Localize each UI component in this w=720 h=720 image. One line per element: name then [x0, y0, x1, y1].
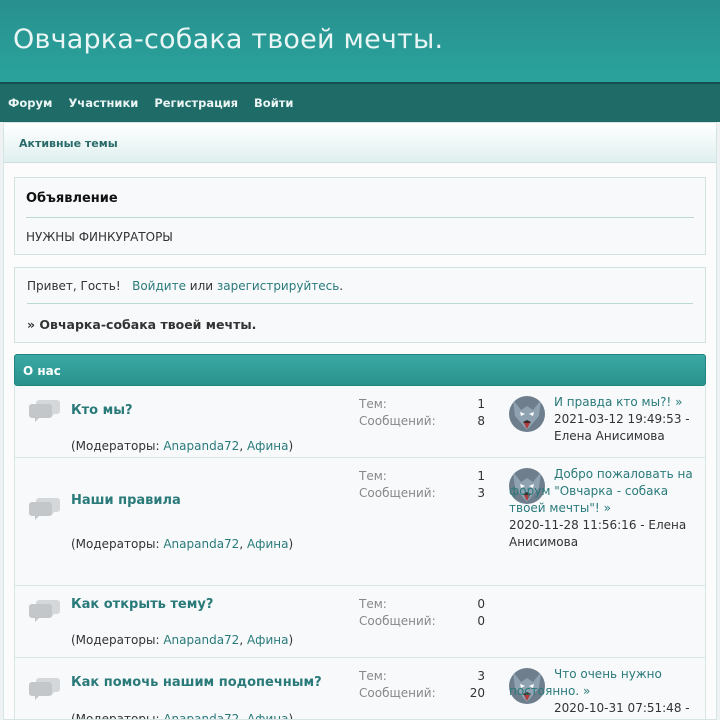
last-post: И правда кто мы?! » 2021-03-12 19:49:53 …	[509, 394, 699, 445]
board-stats: Тем: 1 Сообщений: 8	[359, 396, 485, 430]
dot-text: .	[339, 279, 344, 293]
topics-label: Тем:	[359, 469, 387, 483]
forum-icon	[29, 598, 61, 625]
topics-count: 1	[477, 397, 485, 411]
posts-count: 3	[477, 486, 485, 500]
last-post-date: 2020-10-31 07:51:48 -	[554, 701, 690, 715]
announcement-box: Объявление НУЖНЫ ФИНКУРАТОРЫ	[14, 177, 706, 255]
announcement-text: НУЖНЫ ФИНКУРАТОРЫ	[26, 230, 173, 244]
last-post-date: 2021-03-12 19:49:53 -	[554, 412, 690, 426]
nav-login[interactable]: Войти	[254, 96, 293, 110]
posts-label: Сообщений:	[359, 414, 436, 428]
mods-prefix: (Модераторы:	[71, 633, 160, 647]
mods-prefix: (Модераторы:	[71, 712, 160, 720]
moderator-link[interactable]: Anapanda72	[163, 439, 239, 453]
moderator-link[interactable]: Anapanda72	[163, 633, 239, 647]
posts-label: Сообщений:	[359, 486, 436, 500]
mods-prefix: (Модераторы:	[71, 537, 160, 551]
last-post-link[interactable]: Добро пожаловать на форум "Овчарка - соб…	[509, 467, 693, 515]
moderator-link[interactable]: Anapanda72	[163, 712, 239, 719]
announcement-title: Объявление	[26, 191, 118, 206]
active-topics-bar: Активные темы	[4, 123, 716, 163]
moderators: (Модераторы: Anapanda72, Афина)	[71, 537, 293, 551]
greeting: Привет, Гость!	[27, 279, 121, 293]
last-post: Добро пожаловать на форум "Овчарка - соб…	[509, 466, 699, 551]
forum-board-row: Наши правила (Модераторы: Anapanda72, Аф…	[14, 458, 706, 586]
last-post-author[interactable]: Анисимова	[509, 534, 699, 551]
site-header: Овчарка-собака твоей мечты.	[0, 0, 720, 82]
board-title[interactable]: Кто мы?	[71, 403, 133, 418]
comma: ,	[239, 633, 244, 647]
main-nav: Форум Участники Регистрация Войти	[0, 82, 720, 122]
forum-board-row: Кто мы? (Модераторы: Anapanda72, Афина) …	[14, 386, 706, 458]
board-title[interactable]: Как открыть тему?	[71, 597, 213, 612]
moderator-link[interactable]: Афина	[247, 633, 288, 647]
divider	[27, 303, 693, 304]
topics-count: 0	[477, 597, 485, 611]
moderators: (Модераторы: Anapanda72, Афина)	[71, 633, 293, 647]
welcome-box: Привет, Гость! Войдите или зарегистрируй…	[14, 267, 706, 343]
category-header[interactable]: О нас	[14, 354, 706, 386]
mods-suffix: )	[288, 537, 294, 551]
register-link[interactable]: зарегистрируйтесь	[217, 279, 339, 293]
forum-board-row: Как помочь нашим подопечным? (Модераторы…	[14, 658, 706, 720]
posts-count: 20	[469, 686, 485, 700]
board-stats: Тем: 1 Сообщений: 3	[359, 468, 485, 502]
last-post-arrow[interactable]: »	[675, 395, 682, 409]
moderator-link[interactable]: Афина	[247, 439, 288, 453]
board-stats: Тем: 3 Сообщений: 20	[359, 668, 485, 702]
last-post-arrow[interactable]: »	[583, 684, 590, 698]
moderator-link[interactable]: Афина	[247, 712, 288, 719]
forum-icon	[29, 676, 61, 703]
mods-suffix: )	[288, 712, 294, 720]
posts-label: Сообщений:	[359, 614, 436, 628]
moderators: (Модераторы: Anapanda72, Афина)	[71, 439, 293, 453]
moderator-link[interactable]: Афина	[247, 537, 288, 551]
forum-container: Активные темы Объявление НУЖНЫ ФИНКУРАТО…	[3, 122, 717, 720]
forum-icon	[29, 398, 61, 425]
comma: ,	[239, 712, 244, 720]
topics-label: Тем:	[359, 597, 387, 611]
last-post: Что очень нужно постоянно. » 2020-10-31 …	[509, 666, 699, 717]
comma: ,	[239, 537, 244, 551]
active-topics-link[interactable]: Активные темы	[19, 137, 118, 150]
posts-count: 8	[477, 414, 485, 428]
mods-suffix: )	[288, 439, 294, 453]
breadcrumb[interactable]: » Овчарка-собака твоей мечты.	[27, 317, 693, 332]
site-title[interactable]: Овчарка-собака твоей мечты.	[13, 24, 707, 55]
board-stats: Тем: 0 Сообщений: 0	[359, 596, 485, 630]
last-post-link[interactable]: И правда кто мы?!	[554, 395, 671, 409]
board-title[interactable]: Как помочь нашим подопечным?	[71, 675, 322, 690]
topics-label: Тем:	[359, 397, 387, 411]
topics-count: 3	[477, 669, 485, 683]
login-link[interactable]: Войдите	[132, 279, 186, 293]
nav-forum[interactable]: Форум	[8, 96, 52, 110]
last-post-arrow[interactable]: »	[604, 501, 611, 515]
or-text: или	[189, 279, 214, 293]
nav-members[interactable]: Участники	[68, 96, 138, 110]
moderator-link[interactable]: Anapanda72	[163, 537, 239, 551]
posts-label: Сообщений:	[359, 686, 436, 700]
posts-count: 0	[477, 614, 485, 628]
topics-label: Тем:	[359, 669, 387, 683]
forum-board-row: Как открыть тему? (Модераторы: Anapanda7…	[14, 586, 706, 658]
comma: ,	[239, 439, 244, 453]
divider	[26, 217, 694, 218]
topics-count: 1	[477, 469, 485, 483]
nav-register[interactable]: Регистрация	[154, 96, 238, 110]
forum-icon	[29, 496, 61, 523]
mods-suffix: )	[288, 633, 294, 647]
last-post-author[interactable]: Елена Анисимова	[509, 428, 699, 445]
moderators: (Модераторы: Anapanda72, Афина)	[71, 712, 294, 720]
mods-prefix: (Модераторы:	[71, 439, 160, 453]
last-post-date: 2020-11-28 11:56:16 - Елена	[509, 518, 687, 532]
board-title[interactable]: Наши правила	[71, 493, 181, 508]
